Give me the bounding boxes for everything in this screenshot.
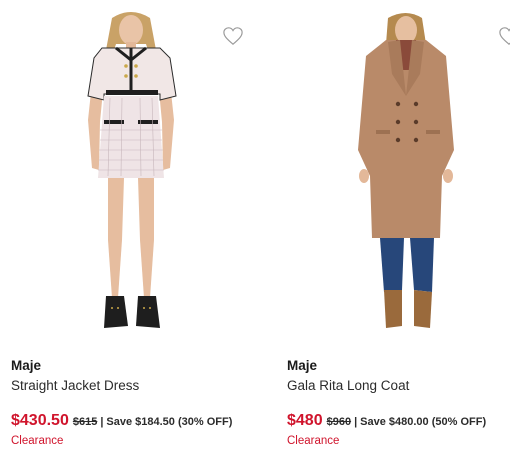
heart-outline-icon[interactable] bbox=[498, 26, 510, 46]
sale-price: $430.50 bbox=[11, 412, 69, 429]
product-image-long-coat[interactable] bbox=[276, 0, 510, 345]
price-row: $480 $960 | Save $480.00 (50% OFF) bbox=[287, 412, 486, 430]
clearance-badge: Clearance bbox=[11, 435, 64, 447]
original-price: $615 bbox=[72, 416, 98, 428]
product-card[interactable]: Maje Straight Jacket Dress $430.50 $615 … bbox=[0, 0, 270, 455]
price-row: $430.50 $615 | Save $184.50 (30% OFF) bbox=[11, 412, 232, 430]
product-card[interactable]: Maje Gala Rita Long Coat $480 $960 | Sav… bbox=[276, 0, 510, 455]
original-price: $960 bbox=[326, 416, 352, 428]
product-image-tweed-dress[interactable] bbox=[0, 0, 270, 345]
product-brand[interactable]: Maje bbox=[11, 358, 41, 373]
sale-price: $480 bbox=[287, 412, 323, 429]
product-brand[interactable]: Maje bbox=[287, 358, 317, 373]
product-name[interactable]: Gala Rita Long Coat bbox=[287, 378, 409, 393]
product-name[interactable]: Straight Jacket Dress bbox=[11, 378, 139, 393]
savings-text: Save $184.50 (30% OFF) bbox=[106, 416, 233, 428]
heart-outline-icon[interactable] bbox=[222, 26, 243, 46]
price-separator: | bbox=[100, 416, 104, 428]
clearance-badge: Clearance bbox=[287, 435, 340, 447]
price-separator: | bbox=[354, 416, 358, 428]
savings-text: Save $480.00 (50% OFF) bbox=[360, 416, 487, 428]
